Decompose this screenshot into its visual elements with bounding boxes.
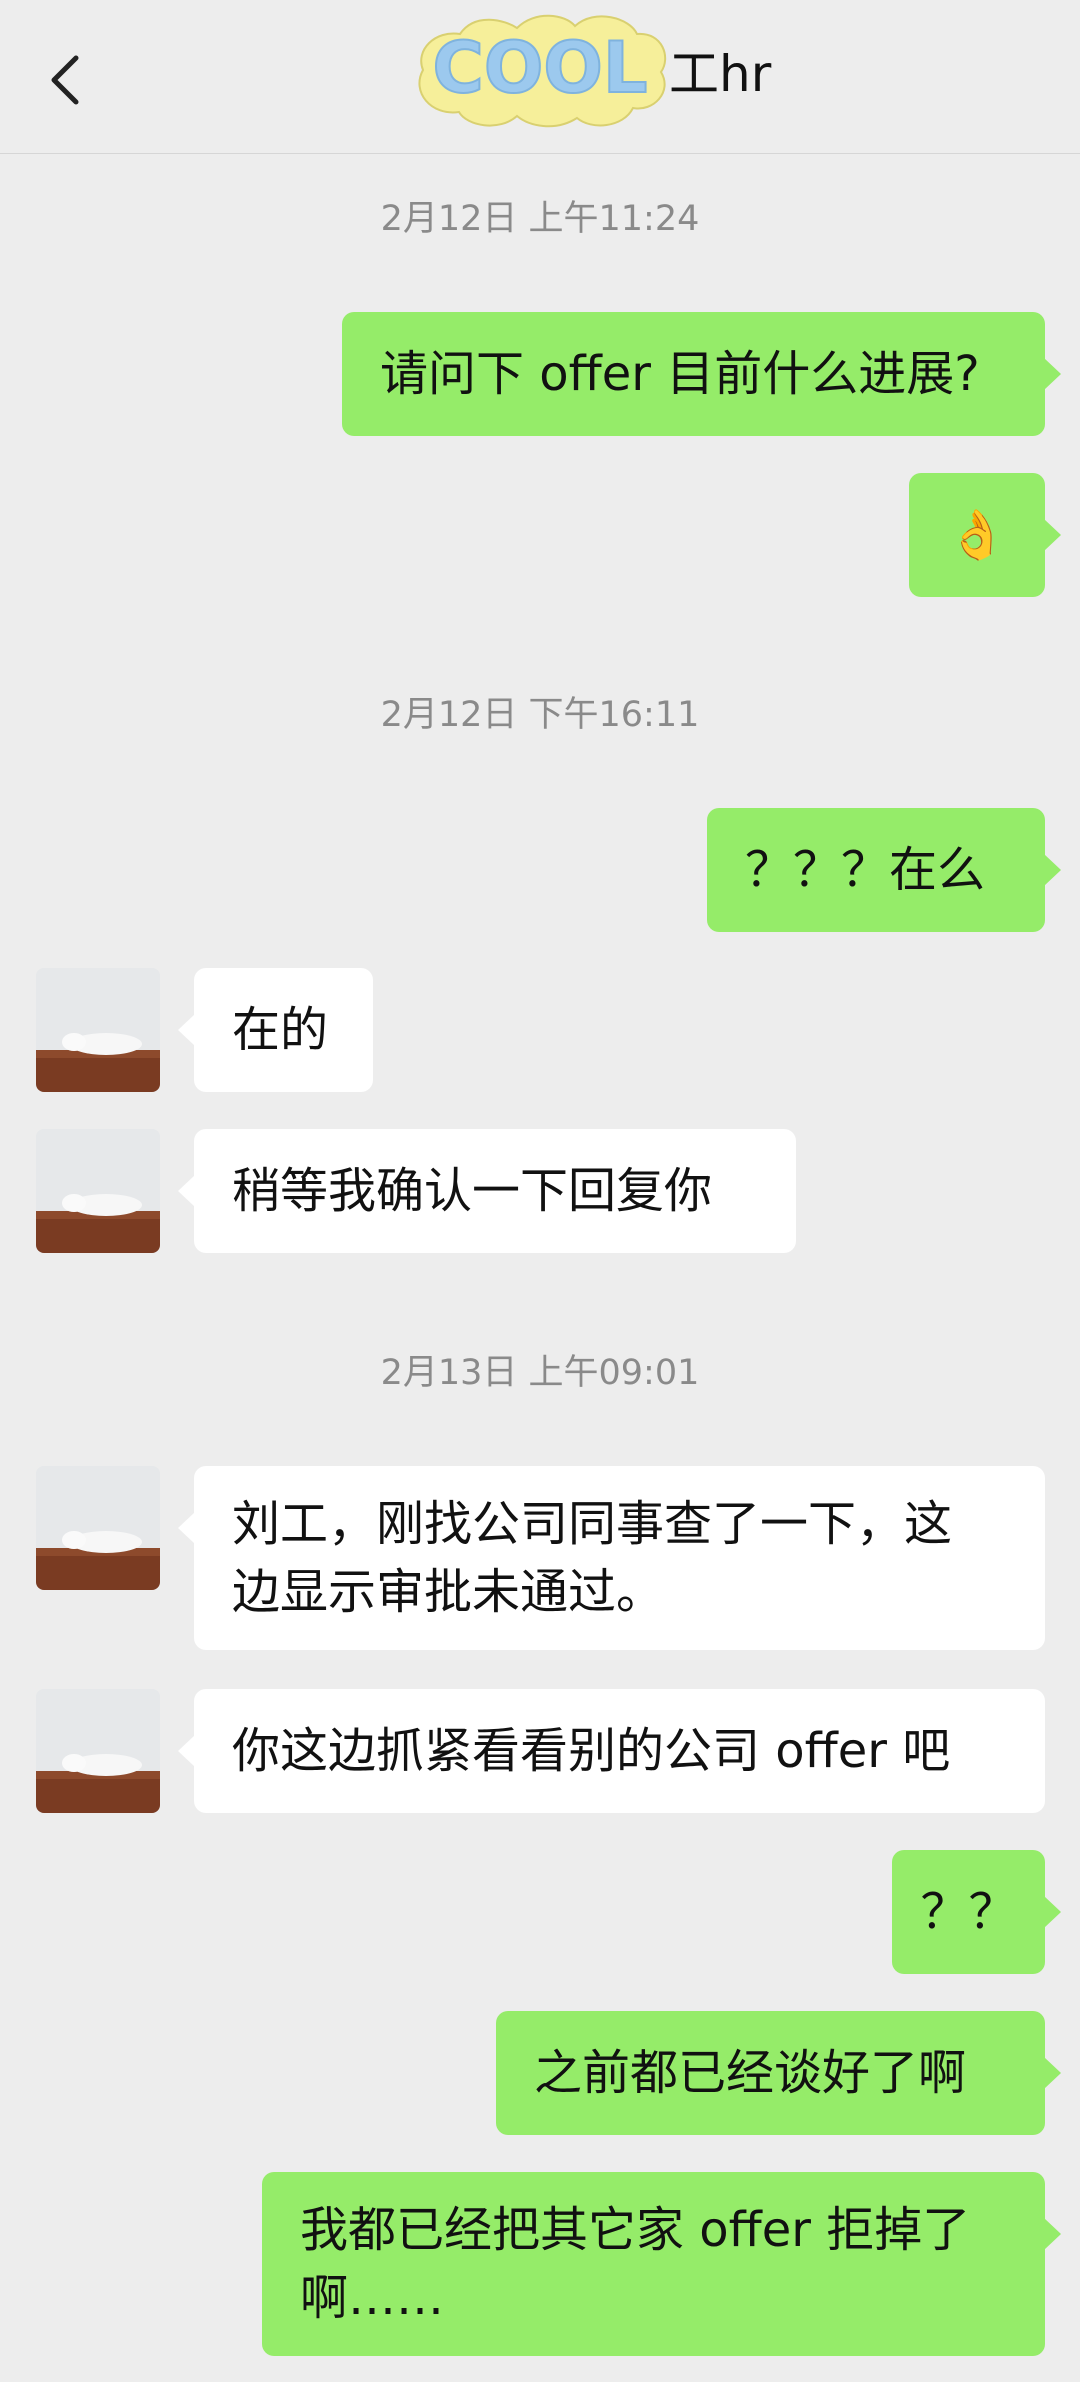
message-bubble-sent[interactable]: 👌 — [909, 473, 1061, 597]
message-bubble-received[interactable]: 刘工，刚找公司同事查了一下，这 边显示审批未通过。 — [178, 1466, 1045, 1650]
message-bubble-received[interactable]: 你这边抓紧看看别的公司 offer 吧 — [178, 1689, 1045, 1813]
svg-text:COOL: COOL — [433, 27, 648, 109]
message-bubble-received[interactable]: 在的 — [178, 968, 373, 1092]
message-bubble-sent[interactable]: ？？ — [892, 1850, 1061, 1974]
back-button[interactable] — [40, 40, 100, 120]
message-text: 在的 — [232, 1002, 329, 1058]
message-text: 请问下 offer 目前什么进展? — [380, 346, 980, 402]
message-bubble-sent[interactable]: 我都已经把其它家 offer 拒掉了 啊…… — [262, 2172, 1061, 2356]
message-text: ？？ — [920, 1884, 1017, 1940]
message-bubble-sent[interactable]: 之前都已经谈好了啊 — [496, 2011, 1061, 2135]
avatar[interactable] — [36, 1689, 160, 1813]
message-text: 之前都已经谈好了啊 — [534, 2045, 967, 2101]
cat-avatar-image — [36, 1466, 160, 1590]
message-bubble-sent[interactable]: ？？？在么 — [707, 808, 1061, 932]
message-text: 你这边抓紧看看别的公司 offer 吧 — [232, 1723, 951, 1779]
cat-avatar-image — [36, 968, 160, 1092]
cat-avatar-image — [36, 1129, 160, 1253]
timestamp: 2月13日 上午09:01 — [380, 1353, 700, 1393]
chat-header: COOL 工hr — [0, 0, 1080, 154]
message-bubble-received[interactable]: 稍等我确认一下回复你 — [178, 1129, 796, 1253]
timestamp: 2月12日 上午11:24 — [380, 199, 700, 239]
message-text: 我都已经把其它家 offer 拒掉了 啊…… — [300, 2202, 971, 2326]
ok-hand-emoji: 👌 — [947, 507, 1007, 563]
chevron-left-icon — [51, 55, 79, 105]
message-bubble-sent[interactable]: 请问下 offer 目前什么进展? — [342, 312, 1061, 436]
chat-title: COOL 工hr — [405, 0, 771, 140]
message-text: ？？？在么 — [745, 842, 986, 898]
avatar[interactable] — [36, 1129, 160, 1253]
message-text: 稍等我确认一下回复你 — [232, 1163, 713, 1219]
timestamp: 2月12日 下午16:11 — [380, 695, 700, 735]
chat-title-text: 工hr — [669, 45, 772, 103]
avatar[interactable] — [36, 968, 160, 1092]
avatar[interactable] — [36, 1466, 160, 1590]
cat-avatar-image — [36, 1689, 160, 1813]
message-text: 刘工，刚找公司同事查了一下，这 边显示审批未通过。 — [232, 1496, 953, 1620]
cool-bubble-logo: COOL — [418, 14, 666, 128]
